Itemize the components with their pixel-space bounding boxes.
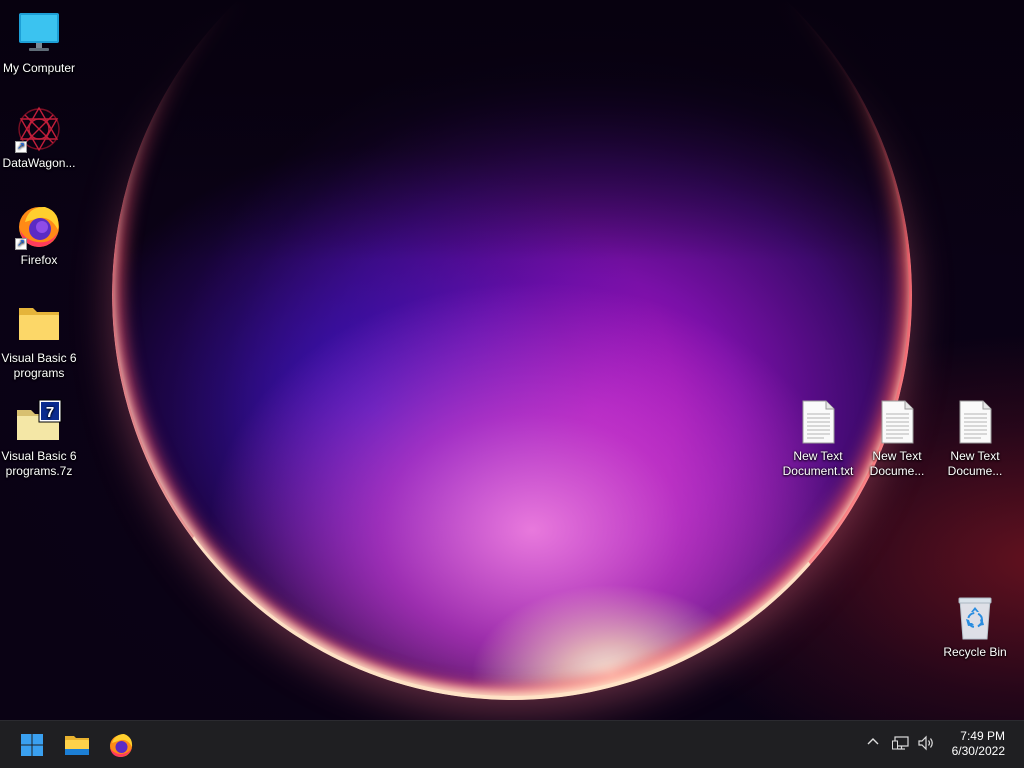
desktop-icon-text-file-3[interactable]: New Text Docume... xyxy=(936,398,1014,479)
taskbar: 7:49 PM 6/30/2022 xyxy=(0,720,1024,768)
desktop-icon-label: New Text Docume... xyxy=(869,449,925,478)
text-file-icon xyxy=(951,398,999,446)
desktop-icon-recycle-bin[interactable]: Recycle Bin xyxy=(936,594,1014,660)
firefox-icon: ↗ xyxy=(15,202,63,250)
desktop-icon-label: New Text Docume... xyxy=(947,449,1003,478)
desktop-icon-label: DataWagon... xyxy=(2,156,76,170)
wallpaper-shade xyxy=(0,0,1024,260)
desktop-icon-text-file-1[interactable]: New Text Document.txt xyxy=(779,398,857,479)
clock[interactable]: 7:49 PM 6/30/2022 xyxy=(952,729,1005,759)
desktop-icon-label: New Text Document.txt xyxy=(782,449,854,478)
text-file-icon xyxy=(873,398,921,446)
desktop-icon-label: Visual Basic 6 programs.7z xyxy=(1,449,77,478)
clock-time: 7:49 PM xyxy=(960,729,1005,743)
desktop-icon-vb6-folder[interactable]: Visual Basic 6 programs xyxy=(0,300,78,381)
file-explorer-icon xyxy=(65,736,89,755)
clock-date: 6/30/2022 xyxy=(951,744,1005,758)
chevron-up-icon[interactable] xyxy=(866,735,880,752)
file-explorer-button[interactable] xyxy=(59,727,95,763)
datawagon-icon: ↗ xyxy=(15,105,63,153)
network-icon[interactable] xyxy=(892,735,910,754)
desktop-icon-vb6-7z[interactable]: 7 Visual Basic 6 programs.7z xyxy=(0,398,78,479)
shortcut-arrow-icon: ↗ xyxy=(15,141,27,153)
desktop-icon-label: My Computer xyxy=(2,61,76,75)
start-button[interactable] xyxy=(14,727,50,763)
monitor-icon xyxy=(15,10,63,58)
firefox-icon xyxy=(110,734,133,757)
desktop-icon-label: Firefox xyxy=(20,253,58,267)
desktop-icon-label: Recycle Bin xyxy=(943,645,1007,659)
desktop-icon-datawagon[interactable]: ↗ DataWagon... xyxy=(0,105,78,171)
text-file-icon xyxy=(794,398,842,446)
shortcut-arrow-icon: ↗ xyxy=(15,238,27,250)
desktop[interactable]: My Computer ↗ DataWagon... ↗ Firefox Vis… xyxy=(0,0,1024,720)
7z-archive-icon: 7 xyxy=(15,398,63,446)
desktop-icon-label: Visual Basic 6 programs xyxy=(1,351,77,380)
firefox-taskbar-button[interactable] xyxy=(103,727,139,763)
windows-logo-icon xyxy=(21,734,43,756)
svg-text:7: 7 xyxy=(46,404,54,421)
desktop-icon-text-file-2[interactable]: New Text Docume... xyxy=(858,398,936,479)
recycle-bin-icon xyxy=(951,594,999,642)
volume-icon[interactable] xyxy=(917,735,935,754)
desktop-icon-firefox[interactable]: ↗ Firefox xyxy=(0,202,78,268)
desktop-icon-my-computer[interactable]: My Computer xyxy=(0,10,78,76)
folder-icon xyxy=(15,300,63,348)
